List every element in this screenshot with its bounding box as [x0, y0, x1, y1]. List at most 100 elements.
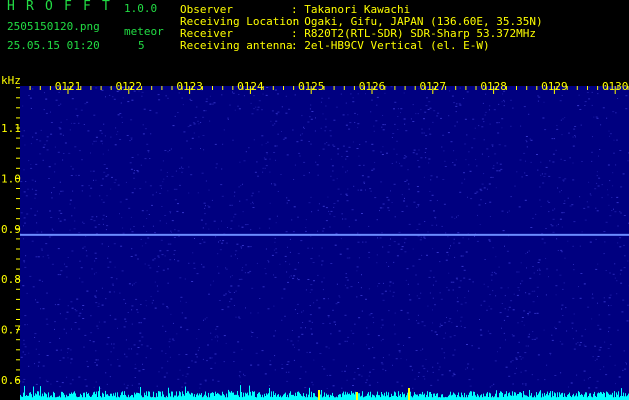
noise-dot: [352, 141, 354, 143]
noise-dot: [138, 340, 141, 342]
noise-dot: [314, 130, 316, 132]
level-bar: [121, 392, 122, 400]
noise-dot: [98, 303, 100, 305]
noise-dot: [330, 175, 332, 177]
noise-dot: [489, 216, 491, 217]
noise-dot: [333, 145, 336, 147]
noise-dot: [584, 328, 586, 330]
noise-dot: [92, 341, 95, 343]
noise-dot: [71, 250, 74, 252]
noise-dot: [586, 201, 588, 203]
noise-dot: [536, 154, 538, 155]
noise-dot: [604, 341, 606, 343]
noise-dot: [494, 153, 497, 155]
level-bar: [344, 394, 345, 400]
noise-dot: [227, 306, 230, 308]
noise-dot: [313, 302, 315, 304]
noise-dot: [528, 345, 529, 347]
noise-dot: [268, 261, 270, 263]
noise-dot: [391, 137, 393, 138]
noise-dot: [554, 208, 556, 210]
level-bar: [391, 393, 392, 400]
level-bar: [591, 396, 592, 400]
noise-dot: [526, 141, 528, 143]
noise-dot: [437, 362, 439, 364]
noise-dot: [588, 181, 590, 183]
noise-dot: [545, 294, 547, 296]
noise-dot: [357, 189, 359, 191]
level-bar: [36, 394, 37, 400]
noise-dot: [169, 338, 171, 340]
noise-dot: [392, 364, 393, 366]
level-bar: [413, 395, 414, 400]
level-bar: [113, 393, 114, 400]
noise-dot: [205, 180, 207, 182]
noise-dot: [417, 160, 419, 161]
noise-dot: [436, 224, 438, 226]
level-bar: [562, 392, 563, 400]
noise-dot: [45, 243, 48, 245]
noise-dot: [369, 371, 371, 373]
noise-dot: [132, 284, 133, 286]
noise-dot: [34, 180, 36, 182]
noise-dot: [64, 142, 67, 144]
noise-dot: [354, 122, 356, 123]
noise-dot: [333, 206, 335, 208]
noise-dot: [230, 298, 233, 300]
noise-dot: [256, 337, 258, 339]
noise-dot: [137, 311, 139, 313]
noise-dot: [186, 373, 189, 375]
noise-dot: [591, 318, 593, 320]
noise-dot: [596, 358, 598, 360]
noise-dot: [171, 231, 172, 233]
noise-dot: [247, 246, 250, 248]
noise-dot: [176, 333, 178, 335]
noise-dot: [250, 102, 252, 104]
noise-dot: [615, 164, 617, 166]
noise-dot: [67, 348, 70, 350]
level-bar: [323, 396, 324, 400]
noise-dot: [146, 218, 148, 219]
level-bar: [458, 392, 459, 400]
level-bar: [185, 386, 186, 400]
noise-dot: [358, 155, 360, 157]
noise-dot: [616, 202, 619, 204]
noise-dot: [346, 170, 348, 172]
noise-dot: [78, 150, 81, 152]
noise-dot: [244, 272, 246, 274]
noise-dot: [474, 235, 475, 237]
noise-dot: [276, 114, 278, 116]
noise-dot: [455, 111, 457, 113]
noise-dot: [121, 116, 123, 118]
noise-dot: [589, 241, 592, 243]
noise-dot: [527, 314, 529, 316]
level-bar: [545, 395, 546, 400]
noise-dot: [330, 263, 333, 264]
level-bar: [382, 394, 383, 400]
noise-dot: [336, 200, 339, 202]
noise-dot: [564, 200, 566, 202]
level-bar: [625, 393, 626, 400]
noise-dot: [296, 303, 299, 305]
noise-dot: [626, 320, 629, 322]
noise-dot: [442, 134, 445, 136]
noise-dot: [90, 187, 93, 189]
noise-dot: [102, 214, 105, 216]
noise-dot: [117, 131, 119, 133]
level-bar: [265, 396, 266, 400]
noise-dot: [196, 273, 199, 275]
noise-dot: [609, 215, 612, 217]
noise-dot: [450, 245, 451, 247]
noise-dot: [112, 96, 114, 98]
level-bar: [478, 395, 479, 400]
noise-dot: [107, 337, 110, 339]
noise-dot: [95, 272, 97, 274]
noise-dot: [305, 289, 307, 291]
noise-dot: [195, 353, 198, 355]
noise-dot: [287, 246, 288, 248]
noise-dot: [441, 374, 444, 376]
noise-dot: [525, 136, 528, 137]
noise-dot: [614, 211, 617, 213]
level-bar: [581, 393, 582, 400]
noise-dot: [548, 175, 551, 177]
